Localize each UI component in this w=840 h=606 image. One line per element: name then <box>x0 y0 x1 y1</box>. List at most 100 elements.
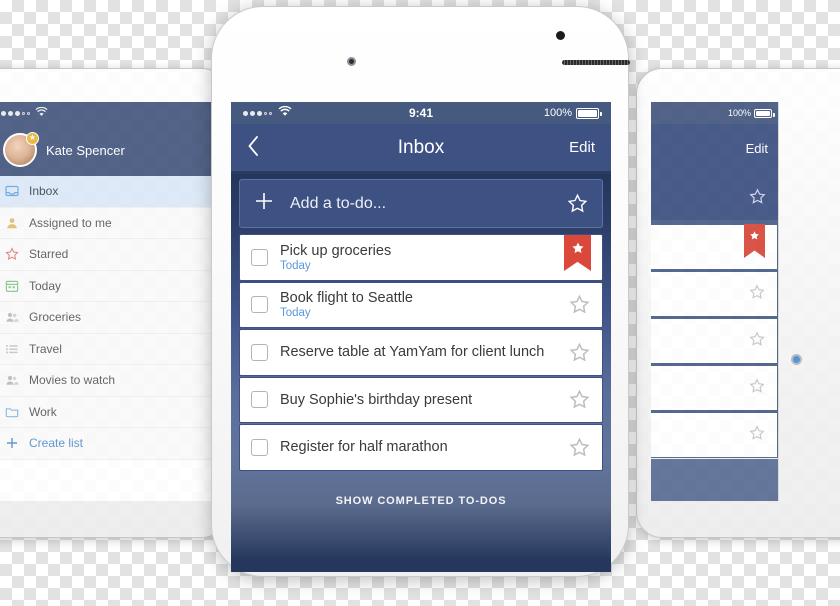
main-content: Add a to-do... Pick up groceries Today B… <box>231 179 611 572</box>
sidebar-item-create-list[interactable]: Create list <box>0 428 217 460</box>
sidebar-item-movies-to-watch[interactable]: Movies to watch <box>0 365 217 397</box>
battery-percent: 100% <box>727 108 751 118</box>
star-icon <box>5 247 19 261</box>
right-todo-list <box>651 220 778 458</box>
checkbox[interactable] <box>251 343 268 361</box>
page-title: Inbox <box>397 136 445 158</box>
star-outline-icon[interactable] <box>749 187 766 205</box>
table-row[interactable] <box>651 412 778 458</box>
nav-bar: Inbox Edit <box>231 124 611 174</box>
right-device-screen: 100% Edit <box>651 102 779 501</box>
list-icon <box>5 342 19 356</box>
todo-list: Pick up groceries Today Book flight to S… <box>239 234 603 471</box>
sidebar-item-assigned-to-me[interactable]: Assigned to me <box>0 208 217 239</box>
star-outline-icon[interactable] <box>749 377 765 399</box>
todo-row[interactable]: Buy Sophie's birthday present <box>239 376 603 423</box>
camera-icon <box>556 31 565 40</box>
right-device: 100% Edit <box>636 68 840 538</box>
todo-label: Buy Sophie's birthday present <box>280 391 473 408</box>
star-outline-icon[interactable] <box>569 342 590 363</box>
checkbox[interactable] <box>251 296 268 314</box>
checkbox[interactable] <box>251 391 268 409</box>
sidebar-item-starred[interactable]: Starred <box>0 239 217 271</box>
table-row[interactable] <box>651 224 778 270</box>
sidebar-item-label: Inbox <box>29 184 59 199</box>
starred-ribbon-icon[interactable] <box>744 224 765 258</box>
person-icon <box>5 216 19 230</box>
sidebar-item-today[interactable]: Today <box>0 271 217 302</box>
todo-row[interactable]: Book flight to Seattle Today <box>239 281 603 328</box>
phone-device: 9:41 100% Inbox Edit Add a to-do... Pick… <box>211 6 630 577</box>
checkbox[interactable] <box>251 248 268 266</box>
right-add-row[interactable] <box>651 172 778 220</box>
starred-ribbon-icon[interactable] <box>564 234 591 271</box>
checkbox[interactable] <box>251 438 268 456</box>
star-outline-icon[interactable] <box>569 294 590 315</box>
chevron-left-icon[interactable] <box>247 135 259 161</box>
right-nav-bar: Edit <box>651 124 778 172</box>
todo-row[interactable]: Pick up groceries Today <box>239 234 603 281</box>
left-device: ★ Kate Spencer Inbox Assigned to me Star… <box>0 68 228 538</box>
star-outline-icon[interactable] <box>569 437 590 458</box>
inbox-icon <box>5 184 19 198</box>
right-status-bar: 100% <box>651 102 778 124</box>
todo-label: Book flight to Seattle <box>280 290 413 307</box>
plus-icon[interactable] <box>254 191 274 216</box>
star-outline-icon[interactable] <box>569 389 590 410</box>
sidebar-item-label: Groceries <box>29 310 82 325</box>
calendar-icon <box>5 279 19 293</box>
left-status-bar <box>0 102 217 124</box>
add-todo-input[interactable]: Add a to-do... <box>290 195 386 213</box>
todo-label: Reserve table at YamYam for client lunch <box>280 344 545 361</box>
todo-row[interactable]: Reserve table at YamYam for client lunch <box>239 329 603 376</box>
battery-full-icon <box>754 108 775 118</box>
todo-label: Pick up groceries <box>280 242 392 259</box>
sidebar-item-groceries[interactable]: Groceries <box>0 302 217 334</box>
user-header[interactable]: ★ Kate Spencer <box>0 124 217 176</box>
todo-row[interactable]: Register for half marathon <box>239 424 603 471</box>
star-outline-icon[interactable] <box>749 330 765 352</box>
sensor-icon <box>347 57 356 66</box>
sidebar-item-label: Today <box>29 278 62 293</box>
wifi-icon <box>35 104 48 122</box>
signal-dots-icon <box>1 110 30 116</box>
speaker-grille <box>562 60 630 65</box>
table-row[interactable] <box>651 365 778 411</box>
user-name: Kate Spencer <box>46 142 125 158</box>
sidebar-item-work[interactable]: Work <box>0 397 217 428</box>
left-device-screen: ★ Kate Spencer Inbox Assigned to me Star… <box>0 102 217 501</box>
status-bar: 9:41 100% <box>231 102 611 124</box>
show-completed-button[interactable]: SHOW COMPLETED TO-DOS <box>239 495 603 507</box>
star-outline-icon[interactable] <box>567 193 588 214</box>
sidebar-item-label: Create list <box>29 436 84 451</box>
battery-full-icon <box>576 107 602 119</box>
todo-label: Register for half marathon <box>280 439 448 456</box>
plus-icon <box>5 436 19 450</box>
sidebar-item-travel[interactable]: Travel <box>0 334 217 365</box>
folder-icon <box>5 405 19 419</box>
people-icon <box>5 373 19 387</box>
edit-button[interactable]: Edit <box>746 141 768 156</box>
right-footer <box>651 459 778 501</box>
sidebar-item-label: Starred <box>29 247 69 262</box>
todo-due: Today <box>280 307 311 320</box>
sidebar-item-label: Work <box>29 404 57 419</box>
people-icon <box>5 310 19 324</box>
star-outline-icon[interactable] <box>749 424 765 446</box>
sidebar-item-inbox[interactable]: Inbox <box>0 176 217 208</box>
avatar: ★ <box>3 132 39 167</box>
todo-due: Today <box>280 259 311 272</box>
sidebar-item-label: Travel <box>29 341 62 356</box>
sidebar-list: Inbox Assigned to me Starred Today Groce… <box>0 176 217 460</box>
star-badge-icon: ★ <box>26 132 39 145</box>
add-todo-row[interactable]: Add a to-do... <box>239 179 603 228</box>
table-row[interactable] <box>651 271 778 317</box>
home-button[interactable] <box>791 354 802 365</box>
sidebar-item-label: Movies to watch <box>29 373 116 388</box>
star-outline-icon[interactable] <box>749 283 765 305</box>
table-row[interactable] <box>651 318 778 364</box>
edit-button[interactable]: Edit <box>569 139 595 156</box>
screenshot-stage: ★ Kate Spencer Inbox Assigned to me Star… <box>0 0 840 606</box>
phone-screen: 9:41 100% Inbox Edit Add a to-do... Pick… <box>231 102 611 572</box>
battery-percent: 100% <box>543 107 572 119</box>
